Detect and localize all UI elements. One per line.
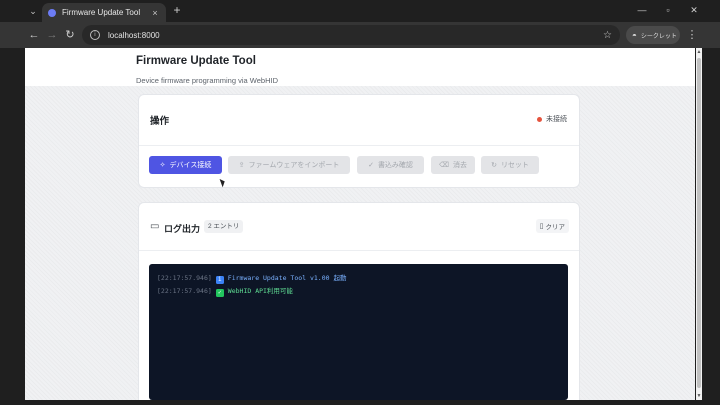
clear-log-label: クリア (545, 224, 566, 231)
address-bar[interactable]: i localhost:8000 ☆ (82, 25, 620, 45)
erase-button[interactable]: ⌫ 消去 (431, 156, 475, 174)
close-tab-icon[interactable]: × (150, 8, 160, 18)
verify-write-label: 書込み確認 (377, 162, 413, 169)
incognito-icon: ◓ (632, 30, 637, 40)
browser-tab[interactable]: Firmware Update Tool × (42, 3, 166, 22)
log-count-badge: 2 エントリ (204, 220, 244, 233)
app-header: Firmware Update Tool Device firmware pro… (25, 48, 695, 86)
log-timestamp: [22:17:57.946] (157, 274, 212, 282)
clear-log-button[interactable]: ▯ クリア (535, 219, 569, 233)
log-entry: [22:17:57.946] i Firmware Update Tool v1.0… (157, 272, 560, 285)
forward-icon[interactable]: → (44, 27, 60, 43)
log-card: ▭ ログ出力 2 エントリ ▯ クリア [22:17:57.946] i Firmw… (138, 202, 580, 400)
page-scrollbar[interactable]: ▲ ▼ (696, 48, 702, 400)
trash-icon: ⌫ (439, 162, 449, 169)
close-window-icon[interactable]: ✕ (686, 3, 702, 17)
new-tab-button[interactable]: + (170, 3, 184, 17)
upload-icon: ⇪ (238, 162, 245, 169)
log-message: WebHID API利用可能 (227, 287, 293, 295)
page-subtitle: Device firmware programming via WebHID (136, 76, 278, 85)
scroll-down-icon[interactable]: ▼ (696, 392, 702, 400)
bookmark-star-icon[interactable]: ☆ (603, 30, 612, 41)
status-dot-icon (537, 116, 542, 122)
check-icon: ✓ (368, 162, 374, 169)
trash-icon: ▯ (539, 223, 544, 230)
plug-icon: ✧ (159, 162, 166, 169)
minimize-icon[interactable]: — (634, 3, 650, 17)
refresh-icon: ↻ (491, 162, 497, 169)
tab-strip: ⌄ Firmware Update Tool × + — ▫ ✕ (0, 0, 720, 22)
reload-icon[interactable]: ↻ (62, 27, 78, 43)
browser-menu-icon[interactable]: ⋮ (686, 27, 698, 43)
divider (139, 250, 579, 251)
operations-title: 操作 (150, 116, 170, 127)
browser-toolbar: ← → ↻ i localhost:8000 ☆ ◓ シークレット ⋮ (0, 22, 720, 48)
status-text: 未接続 (546, 116, 567, 123)
back-icon[interactable]: ← (26, 27, 42, 43)
scroll-thumb[interactable] (697, 58, 701, 388)
incognito-badge[interactable]: ◓ シークレット (626, 26, 680, 44)
scroll-up-icon[interactable]: ▲ (696, 48, 702, 56)
site-info-icon[interactable]: i (90, 30, 100, 40)
restore-icon[interactable]: ▫ (660, 3, 676, 17)
check-icon: ✓ (215, 289, 224, 297)
import-firmware-button[interactable]: ⇪ ファームウェアをインポート (228, 156, 350, 174)
incognito-label: シークレット (640, 33, 677, 40)
tab-search-icon[interactable]: ⌄ (26, 4, 40, 18)
connection-status: 未接続 (537, 114, 567, 124)
connect-device-label: デバイス接続 (169, 162, 212, 169)
verify-write-button[interactable]: ✓ 書込み確認 (357, 156, 424, 174)
log-timestamp: [22:17:57.946] (157, 287, 212, 295)
connect-device-button[interactable]: ✧ デバイス接続 (149, 156, 222, 174)
reset-label: リセット (500, 162, 529, 169)
monitor-icon: ▭ (150, 221, 160, 232)
log-title: ログ出力 (164, 224, 201, 234)
erase-label: 消去 (452, 162, 467, 169)
page-title: Firmware Update Tool (136, 55, 256, 67)
log-console[interactable]: [22:17:57.946] i Firmware Update Tool v1.0… (149, 264, 568, 400)
import-firmware-label: ファームウェアをインポート (248, 162, 340, 169)
divider (139, 145, 579, 146)
url-text[interactable]: localhost:8000 (108, 31, 603, 40)
info-icon: i (215, 276, 224, 284)
log-entry: [22:17:57.946] ✓ WebHID API利用可能 (157, 285, 560, 298)
page-viewport: Firmware Update Tool Device firmware pro… (25, 48, 695, 400)
tab-title: Firmware Update Tool (62, 8, 141, 17)
reset-button[interactable]: ↻ リセット (481, 156, 539, 174)
favicon-icon (48, 8, 56, 17)
log-message: Firmware Update Tool v1.00 起動 (227, 274, 347, 282)
